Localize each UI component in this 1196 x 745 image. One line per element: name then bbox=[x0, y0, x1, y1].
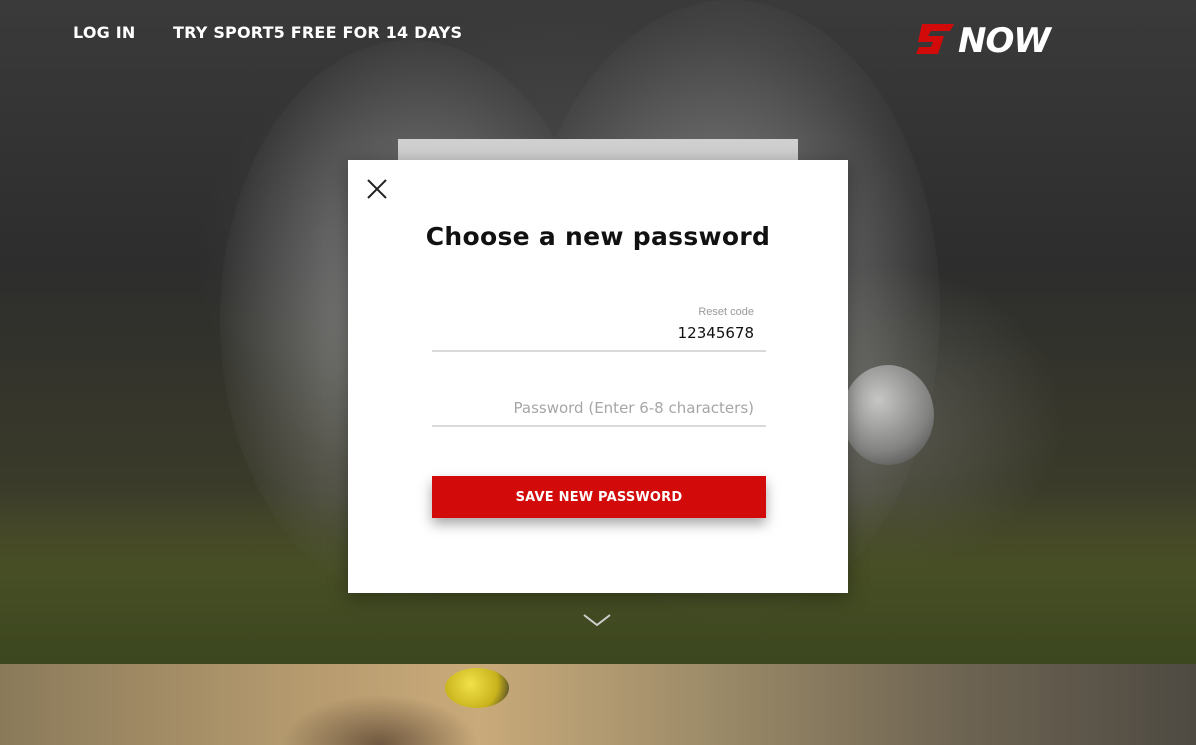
password-field bbox=[432, 386, 766, 427]
reset-code-label: Reset code bbox=[698, 306, 754, 318]
page: LOG IN TRY SPORT5 FREE FOR 14 DAYS NOW C… bbox=[0, 0, 1196, 745]
brand-logo[interactable]: NOW bbox=[914, 20, 1084, 58]
secondary-hero-strip bbox=[0, 664, 1196, 745]
save-new-password-button[interactable]: SAVE NEW PASSWORD bbox=[432, 476, 766, 518]
chevron-down-icon[interactable] bbox=[582, 612, 612, 628]
reset-code-field: Reset code bbox=[432, 302, 766, 352]
hero-football bbox=[842, 365, 934, 465]
login-link[interactable]: LOG IN bbox=[73, 23, 135, 42]
logo-wordmark: NOW bbox=[958, 21, 1052, 58]
password-input[interactable] bbox=[432, 399, 766, 427]
strip-football bbox=[445, 668, 509, 708]
free-trial-link[interactable]: TRY SPORT5 FREE FOR 14 DAYS bbox=[173, 23, 462, 42]
close-icon[interactable] bbox=[364, 176, 390, 202]
modal-title: Choose a new password bbox=[425, 222, 771, 251]
reset-password-modal: Choose a new password Reset code SAVE NE… bbox=[348, 160, 848, 593]
modal-backdrop-tab bbox=[398, 139, 798, 161]
reset-code-input[interactable] bbox=[432, 324, 766, 352]
top-navigation: LOG IN TRY SPORT5 FREE FOR 14 DAYS NOW bbox=[0, 0, 1196, 70]
